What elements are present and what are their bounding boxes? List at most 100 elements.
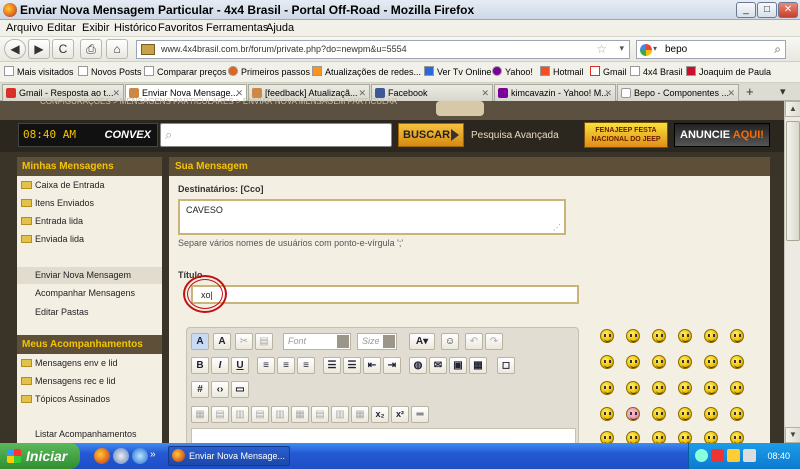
table-col-icon[interactable]: ▥: [231, 406, 249, 423]
search-engine-dropdown-icon[interactable]: ▾: [653, 44, 657, 53]
smile-icon[interactable]: [600, 381, 614, 395]
smile-icon[interactable]: [626, 407, 640, 421]
sidebar-item-new-message[interactable]: Enviar Nova Mensagem: [17, 267, 162, 284]
search-input[interactable]: bepo: [665, 44, 687, 55]
print-button[interactable]: ⎙: [80, 39, 102, 59]
superscript-icon[interactable]: x²: [391, 406, 409, 423]
smile-icon[interactable]: [626, 329, 640, 343]
back-button[interactable]: ◀: [4, 39, 26, 59]
sidebar-item-received-read[interactable]: Mensagens rec e lid: [21, 376, 116, 386]
smile-icon[interactable]: [600, 355, 614, 369]
outdent-icon[interactable]: ⇤: [363, 357, 381, 374]
taskbar-app-firefox[interactable]: Enviar Nova Mensage...: [168, 446, 290, 466]
smile-icon[interactable]: [730, 355, 744, 369]
table-props-icon[interactable]: ▥: [331, 406, 349, 423]
menu-exibir[interactable]: Exibir: [82, 22, 110, 34]
table-icon[interactable]: ▦: [191, 406, 209, 423]
tab-bepo[interactable]: Bepo - Componentes ... ✕: [617, 84, 739, 101]
smile-icon[interactable]: [600, 407, 614, 421]
underline-icon[interactable]: U: [231, 357, 249, 374]
link-icon[interactable]: ◍: [409, 357, 427, 374]
internet-explorer-icon[interactable]: [132, 448, 148, 464]
align-left-icon[interactable]: ≡: [257, 357, 275, 374]
table-cell-icon[interactable]: ▦: [351, 406, 369, 423]
resize-handle-icon[interactable]: ⋰: [553, 223, 561, 232]
subscript-icon[interactable]: x₂: [371, 406, 389, 423]
sidebar-item-edit-folders[interactable]: Editar Pastas: [35, 307, 89, 317]
search-button[interactable]: BUSCAR: [398, 123, 464, 147]
smile-icon[interactable]: [704, 355, 718, 369]
tab-yahoo[interactable]: kimcavazin - Yahoo! M... ✕: [494, 84, 616, 101]
smile-icon[interactable]: [652, 381, 666, 395]
menu-editar[interactable]: Editar: [47, 22, 76, 34]
remove-format-icon[interactable]: A: [213, 333, 231, 350]
advanced-search-link[interactable]: Pesquisa Avançada: [471, 130, 559, 141]
numbered-list-icon[interactable]: ☰: [323, 357, 341, 374]
smile-icon[interactable]: [678, 355, 692, 369]
smile-icon[interactable]: [678, 407, 692, 421]
advertise-banner[interactable]: ANUNCIE AQUI!: [674, 123, 770, 147]
smile-icon[interactable]: [652, 407, 666, 421]
smile-icon[interactable]: [730, 329, 744, 343]
network-icon[interactable]: [695, 449, 708, 462]
maximize-button[interactable]: □: [757, 2, 777, 18]
volume-icon[interactable]: [743, 449, 756, 462]
recipients-field[interactable]: CAVESO ⋰: [178, 199, 566, 235]
bookmark-item[interactable]: Joaquim de Paula: [686, 66, 771, 77]
smile-icon[interactable]: [678, 381, 692, 395]
start-button[interactable]: Iniciar: [0, 443, 80, 469]
scroll-down-button[interactable]: ▼: [785, 427, 800, 443]
sidebar-item-track-messages[interactable]: Acompanhar Mensagens: [35, 288, 135, 298]
html-icon[interactable]: ‹›: [211, 381, 229, 398]
smile-icon[interactable]: [704, 407, 718, 421]
bold-icon[interactable]: B: [191, 357, 209, 374]
bookmark-item[interactable]: 4x4 Brasil: [630, 66, 683, 77]
url-dropdown-icon[interactable]: ▾: [619, 43, 624, 54]
bookmark-item[interactable]: Ver Tv Online: [424, 66, 491, 77]
php-icon[interactable]: ▭: [231, 381, 249, 398]
smile-icon[interactable]: [678, 329, 692, 343]
smile-icon[interactable]: [730, 381, 744, 395]
bookmark-item[interactable]: Yahoo!: [492, 66, 533, 77]
table-insert-icon[interactable]: ▤: [251, 406, 269, 423]
close-tab-icon[interactable]: ✕: [604, 88, 612, 99]
sidebar-item-list-follows[interactable]: Listar Acompanhamentos: [35, 429, 137, 439]
close-tab-icon[interactable]: ✕: [481, 88, 489, 99]
firefox-icon[interactable]: [94, 448, 110, 464]
sidebar-item-sent[interactable]: Itens Enviados: [21, 198, 94, 208]
bookmark-item[interactable]: Mais visitados: [4, 66, 74, 77]
address-bar[interactable]: www.4x4brasil.com.br/forum/private.php?d…: [136, 40, 630, 59]
indent-icon[interactable]: ⇥: [383, 357, 401, 374]
table-merge-icon[interactable]: ▦: [291, 406, 309, 423]
sidebar-item-read-sent[interactable]: Enviada lida: [21, 234, 84, 244]
image-icon[interactable]: ▣: [449, 357, 467, 374]
close-tab-icon[interactable]: ✕: [727, 88, 735, 99]
menu-ferramentas[interactable]: Ferramentas: [206, 22, 268, 34]
paste-icon[interactable]: ▤: [255, 333, 273, 350]
search-icon[interactable]: ⌕: [774, 42, 781, 57]
smile-icon[interactable]: [704, 381, 718, 395]
cut-icon[interactable]: ✂: [235, 333, 253, 350]
code-icon[interactable]: #: [191, 381, 209, 398]
smile-icon[interactable]: [652, 355, 666, 369]
search-bar[interactable]: ▾ bepo ⌕: [636, 40, 786, 59]
smile-icon[interactable]: [730, 407, 744, 421]
text-color-icon[interactable]: A▾: [409, 333, 435, 350]
menu-arquivo[interactable]: Arquivo: [6, 22, 43, 34]
font-select[interactable]: Font: [283, 333, 351, 350]
sidebar-item-subscribed-topics[interactable]: Tópicos Assinados: [21, 394, 110, 404]
vertical-scrollbar[interactable]: ▲ ▼: [784, 101, 800, 443]
smile-icon[interactable]: [704, 329, 718, 343]
table-split-icon[interactable]: ▤: [311, 406, 329, 423]
sidebar-item-read-inbox[interactable]: Entrada lida: [21, 216, 83, 226]
bookmark-item[interactable]: Atualizações de redes...: [312, 66, 421, 77]
align-right-icon[interactable]: ≡: [297, 357, 315, 374]
site-search-input[interactable]: ⌕: [160, 123, 392, 147]
forward-button[interactable]: ▶: [28, 39, 50, 59]
antivirus-icon[interactable]: [711, 449, 724, 462]
smile-icon[interactable]: [626, 355, 640, 369]
quote-icon[interactable]: ◻: [497, 357, 515, 374]
bookmark-item[interactable]: Gmail: [590, 66, 627, 77]
scroll-thumb[interactable]: [786, 121, 800, 241]
menu-favoritos[interactable]: Favoritos: [158, 22, 203, 34]
